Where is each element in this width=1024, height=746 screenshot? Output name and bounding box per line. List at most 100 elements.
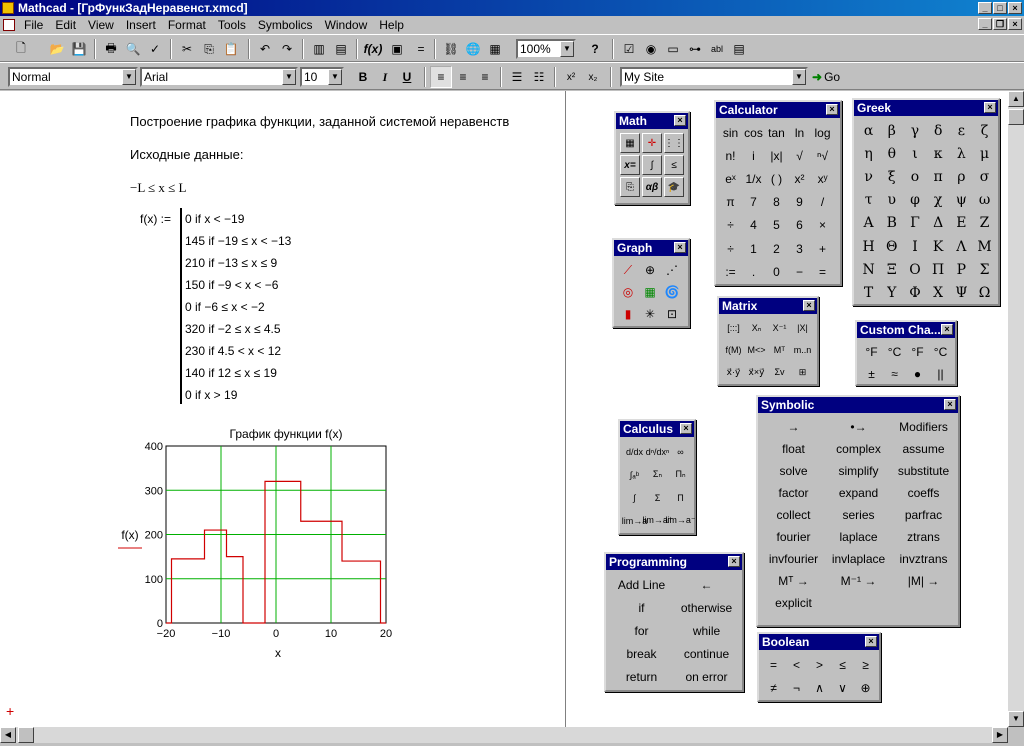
symbolic-key-5[interactable]: assume: [891, 438, 956, 460]
symbolic-key-15[interactable]: fourier: [761, 526, 826, 548]
greek-key-47[interactable]: Ω: [973, 281, 996, 304]
calculator-key-17[interactable]: 8: [765, 191, 788, 214]
calculus-key-1[interactable]: dⁿ/dxⁿ: [646, 440, 670, 463]
calculator-key-11[interactable]: 1/x: [742, 167, 765, 190]
greek-key-37[interactable]: Ξ: [880, 258, 903, 281]
greek-key-45[interactable]: Χ: [927, 281, 950, 304]
custom-char-key-5[interactable]: ≈: [883, 363, 906, 385]
matrix-key-6[interactable]: Mᵀ: [768, 339, 791, 361]
insert-hyperlink-icon[interactable]: ⛓: [440, 38, 462, 60]
doc-close-button[interactable]: ×: [1008, 18, 1022, 30]
symbolic-key-9[interactable]: factor: [761, 482, 826, 504]
symbolic-key-10[interactable]: expand: [826, 482, 891, 504]
greek-key-3[interactable]: δ: [927, 119, 950, 142]
graph-palette[interactable]: Graph × ⟋ ⊕ ⋰ ◎ ▦ 🌀 ▮ ✳ ⊡: [612, 238, 690, 328]
boolean-key-9[interactable]: ⊕: [854, 676, 877, 699]
programming-key-8[interactable]: return: [609, 665, 674, 688]
greek-key-33[interactable]: Κ: [927, 235, 950, 258]
calculator-key-32[interactable]: 0: [765, 260, 788, 283]
programming-toolbar-icon[interactable]: ⎘: [620, 177, 640, 197]
symbolic-key-23[interactable]: |M| →: [891, 570, 956, 592]
custom-char-key-4[interactable]: ±: [860, 363, 883, 385]
help-icon[interactable]: ?: [584, 38, 606, 60]
calculator-key-15[interactable]: π: [719, 191, 742, 214]
calculator-key-10[interactable]: eˣ: [719, 167, 742, 190]
custom-char-key-0[interactable]: °F: [860, 341, 883, 363]
programming-key-7[interactable]: continue: [674, 642, 739, 665]
greek-key-14[interactable]: ο: [903, 165, 926, 188]
close-icon[interactable]: ×: [803, 300, 815, 311]
calculator-key-26[interactable]: 1: [742, 237, 765, 260]
calculator-toolbar-icon[interactable]: ▦: [620, 133, 640, 153]
greek-key-29[interactable]: Ζ: [973, 212, 996, 235]
menu-help[interactable]: Help: [373, 18, 410, 32]
scroll-down-icon[interactable]: ▼: [1008, 711, 1024, 727]
close-icon[interactable]: ×: [944, 399, 956, 410]
calculus-palette[interactable]: Calculus × d/dx dⁿ/dxⁿ ∞ ∫ₐᵇ Σₙ Πₙ ∫ Σ Πlim→a lim→…: [618, 419, 696, 535]
bar-plot-icon[interactable]: ▮: [617, 303, 639, 325]
greek-key-12[interactable]: ν: [857, 165, 880, 188]
custom-char-key-6[interactable]: ●: [906, 363, 929, 385]
paste-icon[interactable]: 📋: [220, 38, 242, 60]
calculator-key-28[interactable]: 3: [788, 237, 811, 260]
scroll-up-icon[interactable]: ▲: [1008, 91, 1024, 107]
calculator-key-6[interactable]: i: [742, 144, 765, 167]
matrix-toolbar-icon[interactable]: ⋮⋮: [664, 133, 684, 153]
boolean-palette[interactable]: Boolean × = < > ≤ ≥ ≠ ¬ ∧ ∨ ⊕: [757, 632, 881, 702]
minimize-button[interactable]: _: [978, 2, 992, 14]
calculus-key-6[interactable]: ∫: [623, 486, 646, 509]
symbolic-key-16[interactable]: laplace: [826, 526, 891, 548]
close-button[interactable]: ×: [1008, 2, 1022, 14]
symbolic-key-22[interactable]: M⁻¹ →: [826, 570, 891, 592]
listbox-control-icon[interactable]: ▤: [728, 38, 750, 60]
scroll-left-icon[interactable]: ◀: [0, 727, 16, 743]
font-select[interactable]: Arial ▼: [140, 67, 298, 87]
trace-icon[interactable]: ✳: [639, 303, 661, 325]
menu-file[interactable]: File: [18, 18, 49, 32]
greek-key-24[interactable]: Α: [857, 212, 880, 235]
calculus-key-3[interactable]: ∫ₐᵇ: [623, 463, 646, 486]
symbolic-key-3[interactable]: float: [761, 438, 826, 460]
open-icon[interactable]: 📂: [46, 38, 68, 60]
matrix-key-7[interactable]: m..n: [791, 339, 814, 361]
calculator-key-16[interactable]: 7: [742, 191, 765, 214]
programming-key-6[interactable]: break: [609, 642, 674, 665]
radio-control-icon[interactable]: ◉: [640, 38, 662, 60]
calculator-key-24[interactable]: ×: [811, 214, 834, 237]
greek-key-42[interactable]: Τ: [857, 281, 880, 304]
calculator-key-19[interactable]: /: [811, 191, 834, 214]
greek-key-1[interactable]: β: [880, 119, 903, 142]
greek-key-35[interactable]: Μ: [973, 235, 996, 258]
greek-key-0[interactable]: α: [857, 119, 880, 142]
greek-key-46[interactable]: Ψ: [950, 281, 973, 304]
calculator-key-2[interactable]: tan: [765, 121, 788, 144]
align-left-icon[interactable]: ≡: [430, 66, 452, 88]
calculus-key-11[interactable]: lim→a⁻: [665, 509, 695, 532]
greek-key-7[interactable]: θ: [880, 142, 903, 165]
symbolic-key-8[interactable]: substitute: [891, 460, 956, 482]
matrix-key-9[interactable]: x⃗×y⃗: [745, 361, 768, 383]
calculator-key-12[interactable]: ( ): [765, 167, 788, 190]
custom-char-key-2[interactable]: °F: [906, 341, 929, 363]
custom-char-key-7[interactable]: ||: [929, 363, 952, 385]
underline-button[interactable]: U: [396, 66, 418, 88]
copy-icon[interactable]: ⎘: [198, 38, 220, 60]
boolean-toolbar-icon[interactable]: ≤: [664, 155, 684, 175]
contour-plot-icon[interactable]: ◎: [617, 281, 639, 303]
custom-char-key-3[interactable]: °C: [929, 341, 952, 363]
symbolic-key-19[interactable]: invlaplace: [826, 548, 891, 570]
insert-unit-icon[interactable]: ▣: [386, 38, 408, 60]
go-button[interactable]: ➜ Go: [812, 70, 840, 84]
greek-key-39[interactable]: Π: [927, 258, 950, 281]
polar-plot-icon[interactable]: ⊕: [639, 259, 661, 281]
chevron-down-icon[interactable]: ▼: [792, 69, 806, 85]
programming-palette[interactable]: Programming × Add Line ← if otherwise for whil…: [604, 552, 744, 692]
calculus-key-4[interactable]: Σₙ: [646, 463, 669, 486]
calculus-key-8[interactable]: Π: [669, 486, 692, 509]
mathcad-app-icon[interactable]: [2, 2, 14, 14]
greek-key-36[interactable]: Ν: [857, 258, 880, 281]
symbolic-key-18[interactable]: invfourier: [761, 548, 826, 570]
greek-key-20[interactable]: φ: [903, 189, 926, 212]
symbolic-key-11[interactable]: coeffs: [891, 482, 956, 504]
greek-key-43[interactable]: Υ: [880, 281, 903, 304]
